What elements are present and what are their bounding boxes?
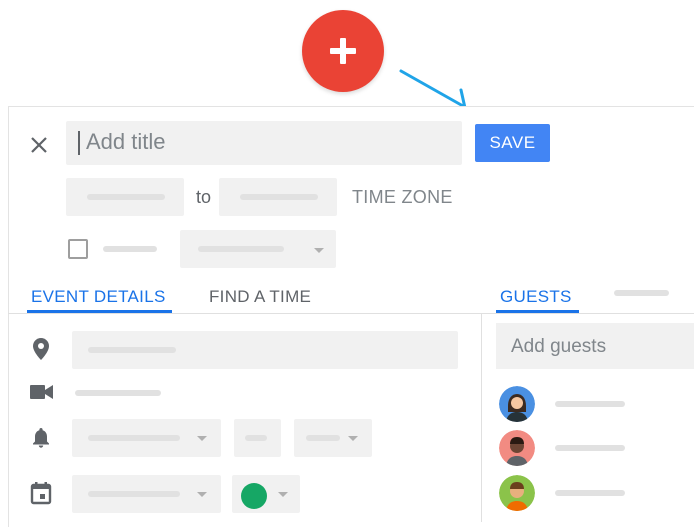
tabs-divider	[8, 313, 694, 314]
event-color-swatch	[241, 483, 267, 509]
chevron-down-icon	[314, 248, 324, 253]
tab-find-a-time[interactable]: FIND A TIME	[209, 287, 311, 307]
guest-name	[555, 490, 625, 496]
tab-event-details[interactable]: EVENT DETAILS	[31, 287, 166, 307]
avatar-woman	[499, 386, 535, 422]
notification-amount-value	[245, 435, 267, 441]
location-pin-icon	[33, 338, 49, 360]
video-camera-icon	[30, 385, 53, 399]
chevron-down-icon	[278, 492, 288, 497]
to-label: to	[196, 187, 212, 207]
conferencing-label[interactable]	[75, 390, 161, 396]
plus-icon	[330, 38, 356, 64]
save-button[interactable]: SAVE	[475, 124, 550, 162]
repeat-value	[198, 246, 284, 252]
tab-placeholder	[614, 290, 669, 296]
time-zone-link[interactable]: TIME ZONE	[352, 187, 453, 208]
all-day-checkbox[interactable]	[68, 239, 88, 259]
notification-type-value	[88, 435, 180, 441]
start-date-value	[87, 194, 165, 200]
end-date-value	[240, 194, 318, 200]
column-divider	[481, 313, 482, 522]
close-icon[interactable]	[24, 130, 54, 160]
title-placeholder: Add title	[86, 129, 166, 154]
chevron-down-icon	[197, 492, 207, 497]
calendar-value	[88, 491, 180, 497]
calendar-icon	[30, 482, 52, 505]
guest-name	[555, 445, 625, 451]
all-day-label	[103, 246, 157, 252]
notification-unit-value	[306, 435, 340, 441]
create-event-fab[interactable]	[302, 10, 384, 92]
event-editor-panel	[8, 106, 694, 527]
tab-guests[interactable]: GUESTS	[500, 287, 572, 307]
location-placeholder	[88, 347, 176, 353]
avatar-man-dark	[499, 430, 535, 466]
avatar-man-light	[499, 475, 535, 511]
chevron-down-icon	[197, 436, 207, 441]
guest-name	[555, 401, 625, 407]
add-guests-placeholder: Add guests	[511, 336, 607, 357]
bell-icon	[33, 428, 49, 448]
chevron-down-icon	[348, 436, 358, 441]
text-cursor	[78, 131, 80, 155]
